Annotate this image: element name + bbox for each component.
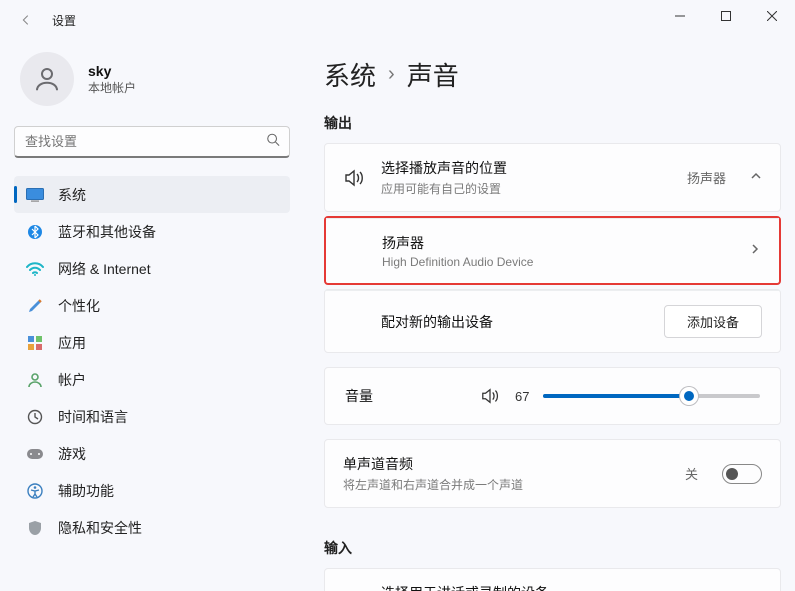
row-subtitle: High Definition Audio Device xyxy=(382,255,733,269)
section-output-title: 输出 xyxy=(324,113,781,133)
sidebar-item-gaming[interactable]: 游戏 xyxy=(14,435,290,472)
close-icon xyxy=(767,11,777,21)
sidebar-item-time-language[interactable]: 时间和语言 xyxy=(14,398,290,435)
pair-device-row: 配对新的输出设备 添加设备 xyxy=(325,290,780,352)
bluetooth-icon xyxy=(26,223,44,241)
volume-card: 音量 67 xyxy=(324,367,781,425)
nav-label: 网络 & Internet xyxy=(58,259,151,279)
gamepad-icon xyxy=(26,445,44,463)
breadcrumb-current: 声音 xyxy=(407,56,459,93)
volume-value: 67 xyxy=(515,389,529,404)
nav-label: 隐私和安全性 xyxy=(58,518,142,538)
chevron-right-icon xyxy=(749,242,761,260)
sidebar-item-accounts[interactable]: 帐户 xyxy=(14,361,290,398)
mono-audio-row: 单声道音频 将左声道和右声道合并成一个声道 关 xyxy=(325,440,780,507)
search-icon xyxy=(266,133,280,152)
row-title: 配对新的输出设备 xyxy=(381,312,648,332)
close-button[interactable] xyxy=(749,0,795,32)
window-title: 设置 xyxy=(52,12,76,29)
nav-label: 帐户 xyxy=(58,370,86,390)
minimize-icon xyxy=(675,11,685,21)
accessibility-icon xyxy=(26,482,44,500)
output-device-card: 选择播放声音的位置 应用可能有自己的设置 扬声器 xyxy=(324,143,781,212)
nav-label: 应用 xyxy=(58,333,86,353)
breadcrumb: 系统 › 声音 xyxy=(324,56,781,93)
clock-icon xyxy=(26,408,44,426)
sidebar: sky 本地帐户 系统 蓝牙和其他设备 网络 & Internet xyxy=(0,40,300,591)
output-device-value: 扬声器 xyxy=(687,168,726,187)
search-input[interactable] xyxy=(14,126,290,158)
input-device-row[interactable]: 选择用于讲话或录制的设备 应用可能有自己的设置 Microphone xyxy=(325,569,780,591)
mono-state: 关 xyxy=(685,464,698,483)
nav-label: 系统 xyxy=(58,185,86,205)
main-content: 系统 › 声音 输出 选择播放声音的位置 应用可能有自己的设置 扬声器 扬 xyxy=(300,40,795,591)
input-device-card: 选择用于讲话或录制的设备 应用可能有自己的设置 Microphone xyxy=(324,568,781,591)
profile-type: 本地帐户 xyxy=(88,79,136,96)
titlebar: 设置 xyxy=(0,0,795,40)
breadcrumb-root[interactable]: 系统 xyxy=(324,56,376,93)
row-title: 选择播放声音的位置 xyxy=(381,158,671,178)
arrow-left-icon xyxy=(19,13,33,27)
mono-audio-card: 单声道音频 将左声道和右声道合并成一个声道 关 xyxy=(324,439,781,508)
chevron-up-icon xyxy=(750,169,762,187)
account-icon xyxy=(26,371,44,389)
nav-list: 系统 蓝牙和其他设备 网络 & Internet 个性化 应用 帐户 xyxy=(14,176,290,546)
add-device-button[interactable]: 添加设备 xyxy=(664,305,762,338)
nav-label: 蓝牙和其他设备 xyxy=(58,222,156,242)
row-title: 单声道音频 xyxy=(343,454,669,474)
maximize-icon xyxy=(721,11,731,21)
sidebar-item-privacy[interactable]: 隐私和安全性 xyxy=(14,509,290,546)
profile-block[interactable]: sky 本地帐户 xyxy=(14,52,290,106)
sidebar-item-bluetooth[interactable]: 蓝牙和其他设备 xyxy=(14,213,290,250)
row-subtitle: 将左声道和右声道合并成一个声道 xyxy=(343,476,669,493)
output-device-row[interactable]: 选择播放声音的位置 应用可能有自己的设置 扬声器 xyxy=(325,144,780,211)
sidebar-item-network[interactable]: 网络 & Internet xyxy=(14,250,290,287)
row-subtitle: 应用可能有自己的设置 xyxy=(381,180,671,197)
volume-slider[interactable] xyxy=(543,394,760,398)
row-title: 选择用于讲话或录制的设备 xyxy=(381,583,642,591)
sidebar-item-system[interactable]: 系统 xyxy=(14,176,290,213)
profile-name: sky xyxy=(88,63,136,79)
nav-label: 辅助功能 xyxy=(58,481,114,501)
maximize-button[interactable] xyxy=(703,0,749,32)
row-title: 扬声器 xyxy=(382,233,733,253)
section-input-title: 输入 xyxy=(324,538,781,558)
speaker-device-row[interactable]: 扬声器 High Definition Audio Device xyxy=(326,218,779,283)
sidebar-item-accessibility[interactable]: 辅助功能 xyxy=(14,472,290,509)
mono-toggle[interactable] xyxy=(722,464,762,484)
speaker-icon xyxy=(343,168,365,188)
window-controls xyxy=(657,0,795,32)
volume-icon[interactable] xyxy=(479,387,501,405)
back-button[interactable] xyxy=(12,6,40,34)
brush-icon xyxy=(26,297,44,315)
sidebar-item-personalization[interactable]: 个性化 xyxy=(14,287,290,324)
minimize-button[interactable] xyxy=(657,0,703,32)
nav-label: 个性化 xyxy=(58,296,100,316)
chevron-right-icon: › xyxy=(388,63,395,86)
shield-icon xyxy=(26,519,44,537)
nav-label: 时间和语言 xyxy=(58,407,128,427)
display-icon xyxy=(26,186,44,204)
sidebar-item-apps[interactable]: 应用 xyxy=(14,324,290,361)
person-icon xyxy=(32,64,62,94)
speaker-device-card: 扬声器 High Definition Audio Device xyxy=(324,216,781,285)
apps-icon xyxy=(26,334,44,352)
avatar xyxy=(20,52,74,106)
wifi-icon xyxy=(26,260,44,278)
volume-label: 音量 xyxy=(345,386,465,406)
pair-device-card: 配对新的输出设备 添加设备 xyxy=(324,289,781,353)
nav-label: 游戏 xyxy=(58,444,86,464)
